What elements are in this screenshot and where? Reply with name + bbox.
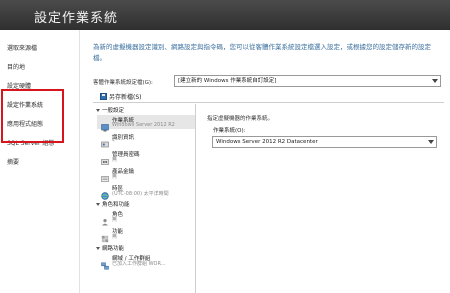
highlight-box xyxy=(1,89,64,143)
timezone-icon xyxy=(101,185,109,200)
group-label: 一般設定 xyxy=(102,108,125,114)
chevron-down-icon xyxy=(428,140,434,144)
toolbar: 另存新檔(S) xyxy=(93,91,444,103)
os-dropdown[interactable]: Windows Server 2012 R2 Datacenter xyxy=(212,136,437,148)
profile-dropdown-value: [建立新的 Windows 作業系統自訂設定] xyxy=(178,78,277,84)
node-value: 無 xyxy=(112,157,118,163)
node-value: 無 xyxy=(112,234,118,240)
profile-dropdown[interactable]: [建立新的 Windows 作業系統自訂設定] xyxy=(174,75,441,87)
node-value: 已加入工作群組 WOR... xyxy=(112,261,166,267)
node-title: 識別資訊 xyxy=(112,135,135,141)
os-icon xyxy=(101,117,109,132)
window-title: 設定作業系統 xyxy=(34,11,119,26)
main-content: 為新的虛擬機器設定識別、網路設定與指令碼，您可以從客體作業系統設定檔選入設定，或… xyxy=(86,30,448,293)
wizard-sidebar: 選取來源檔 目的地 設定硬體 設定作業系統 應用程式組態 SQL Server … xyxy=(0,30,80,293)
group-label: 網路功能 xyxy=(102,246,125,252)
product-key-icon xyxy=(101,168,109,182)
features-icon xyxy=(101,228,109,243)
group-general[interactable]: 一般設定 xyxy=(96,106,124,114)
group-roles-features[interactable]: 角色和功能 xyxy=(96,200,130,208)
group-label: 角色和功能 xyxy=(102,202,130,208)
save-as-label: 另存新檔(S) xyxy=(109,94,142,101)
title-bar: 設定作業系統 xyxy=(0,0,450,30)
collapse-icon xyxy=(96,246,100,250)
node-value: Windows Server 2012 R2 xyxy=(112,122,175,128)
profile-label: 客體作業系統設定檔(G): xyxy=(93,80,153,86)
collapse-icon xyxy=(96,108,100,112)
sidebar-item-destination[interactable]: 目的地 xyxy=(7,62,25,71)
os-label: 作業系統(O): xyxy=(213,128,246,134)
collapse-icon xyxy=(96,202,100,206)
admin-password-icon xyxy=(101,151,109,165)
settings-tree: 一般設定 作業系統 Windows Server 2012 R2 識別資訊 * … xyxy=(93,104,196,293)
domain-icon xyxy=(101,255,109,270)
chevron-down-icon xyxy=(432,79,438,83)
roles-icon xyxy=(101,211,109,226)
sidebar-item-summary[interactable]: 摘要 xyxy=(7,157,19,166)
page-description: 為新的虛擬機器設定識別、網路設定與指令碼，您可以從客體作業系統設定檔選入設定，或… xyxy=(93,43,431,62)
node-value: * xyxy=(112,139,115,145)
node-value: 無 xyxy=(112,174,118,180)
detail-heading: 指定虛擬機器的作業系統。 xyxy=(207,116,274,122)
os-dropdown-value: Windows Server 2012 R2 Datacenter xyxy=(216,139,318,145)
node-value: 無 xyxy=(112,217,118,223)
identity-icon xyxy=(101,134,109,148)
group-networking[interactable]: 網路功能 xyxy=(96,244,124,252)
sidebar-item-select-source[interactable]: 選取來源檔 xyxy=(7,43,37,52)
save-icon xyxy=(100,93,107,100)
node-value: (UTC-08:00) 太平洋時間 xyxy=(112,191,169,197)
save-as-button[interactable]: 另存新檔(S) xyxy=(100,92,142,101)
detail-panel: 指定虛擬機器的作業系統。 作業系統(O): Windows Server 201… xyxy=(199,104,448,293)
